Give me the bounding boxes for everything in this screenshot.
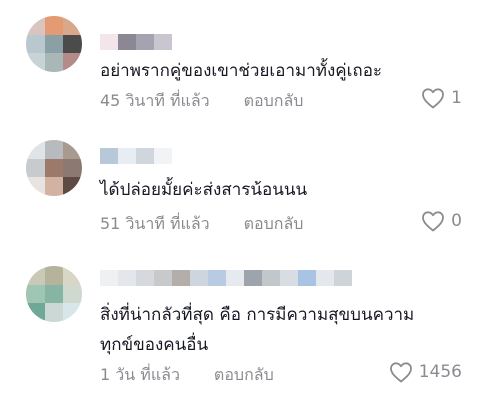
username-pixel <box>154 270 172 286</box>
like-button[interactable]: 0 <box>421 210 462 232</box>
avatar[interactable] <box>26 16 82 72</box>
avatar-pixel <box>26 177 45 196</box>
username-pixel <box>316 270 334 286</box>
username-pixel <box>190 270 208 286</box>
reply-button[interactable]: ตอบกลับ <box>244 89 304 114</box>
like-count: 1456 <box>418 362 462 382</box>
avatar-pixel <box>44 53 64 72</box>
comment-timestamp: 1 วัน ที่แล้ว <box>100 365 180 384</box>
avatar-pixel <box>44 140 64 159</box>
comment-text: สิ่งที่น่ากลัวที่สุด คือ การมีความสุขบนค… <box>100 305 415 355</box>
avatar-pixel <box>63 16 82 35</box>
comment-meta: 45 วินาที ที่แล้ว ตอบกลับ <box>100 89 303 114</box>
avatar-pixel <box>44 284 64 304</box>
username-pixel <box>280 270 298 286</box>
avatar-pixel <box>26 53 45 72</box>
like-button[interactable]: 1 <box>421 87 462 109</box>
reply-button[interactable]: ตอบกลับ <box>244 212 304 237</box>
avatar-pixel <box>44 16 64 35</box>
comment-timestamp: 51 วินาที ที่แล้ว <box>100 214 210 233</box>
avatar-pixel <box>26 140 45 159</box>
username-pixel <box>172 270 190 286</box>
avatar-pixel <box>63 266 82 285</box>
username-pixel <box>298 270 316 286</box>
avatar-pixel <box>44 303 64 322</box>
avatar-pixel <box>26 303 45 322</box>
avatar-pixel <box>63 34 82 54</box>
comment-timestamp: 45 วินาที ที่แล้ว <box>100 91 210 110</box>
username-pixel <box>226 270 244 286</box>
username-blurred[interactable] <box>100 34 172 50</box>
heart-outline-icon <box>421 210 445 232</box>
username-pixel <box>334 270 352 286</box>
avatar-pixel <box>26 16 45 35</box>
comment-text: อย่าพรากคู่ของเขาช่วยเอามาทั้งคู่เถอะ <box>100 61 383 81</box>
avatar-pixel <box>26 158 45 178</box>
reply-button[interactable]: ตอบกลับ <box>214 363 274 388</box>
username-pixel <box>118 34 136 50</box>
avatar-pixel <box>63 158 82 178</box>
comment-meta: 1 วัน ที่แล้ว ตอบกลับ <box>100 363 274 388</box>
avatar-pixel <box>26 266 45 285</box>
username-pixel <box>154 148 172 164</box>
avatar-pixel <box>63 284 82 304</box>
avatar-pixel <box>63 140 82 159</box>
username-pixel <box>100 34 118 50</box>
username-blurred[interactable] <box>100 148 172 164</box>
username-pixel <box>100 148 118 164</box>
username-blurred[interactable] <box>100 270 352 286</box>
username-pixel <box>100 270 118 286</box>
comment-text: ได้ปล่อยมั้ยค่ะส่งสารน้อนนน <box>100 180 308 200</box>
heart-outline-icon <box>421 87 445 109</box>
avatar-pixel <box>44 158 64 178</box>
comment-meta: 51 วินาที ที่แล้ว ตอบกลับ <box>100 212 303 237</box>
username-pixel <box>118 270 136 286</box>
avatar-pixel <box>63 303 82 322</box>
avatar-pixel <box>44 177 64 196</box>
username-pixel <box>154 34 172 50</box>
avatar-pixel <box>44 34 64 54</box>
avatar[interactable] <box>26 140 82 196</box>
avatar[interactable] <box>26 266 82 322</box>
username-pixel <box>262 270 280 286</box>
like-count: 0 <box>451 211 462 231</box>
avatar-pixel <box>63 53 82 72</box>
avatar-pixel <box>26 284 45 304</box>
username-pixel <box>136 270 154 286</box>
username-pixel <box>136 148 154 164</box>
username-pixel <box>244 270 262 286</box>
username-pixel <box>118 148 136 164</box>
like-count: 1 <box>451 88 462 108</box>
heart-outline-icon <box>389 361 413 383</box>
username-pixel <box>136 34 154 50</box>
avatar-pixel <box>63 177 82 196</box>
username-pixel <box>208 270 226 286</box>
avatar-pixel <box>26 34 45 54</box>
avatar-pixel <box>44 266 64 285</box>
like-button[interactable]: 1456 <box>389 361 462 383</box>
